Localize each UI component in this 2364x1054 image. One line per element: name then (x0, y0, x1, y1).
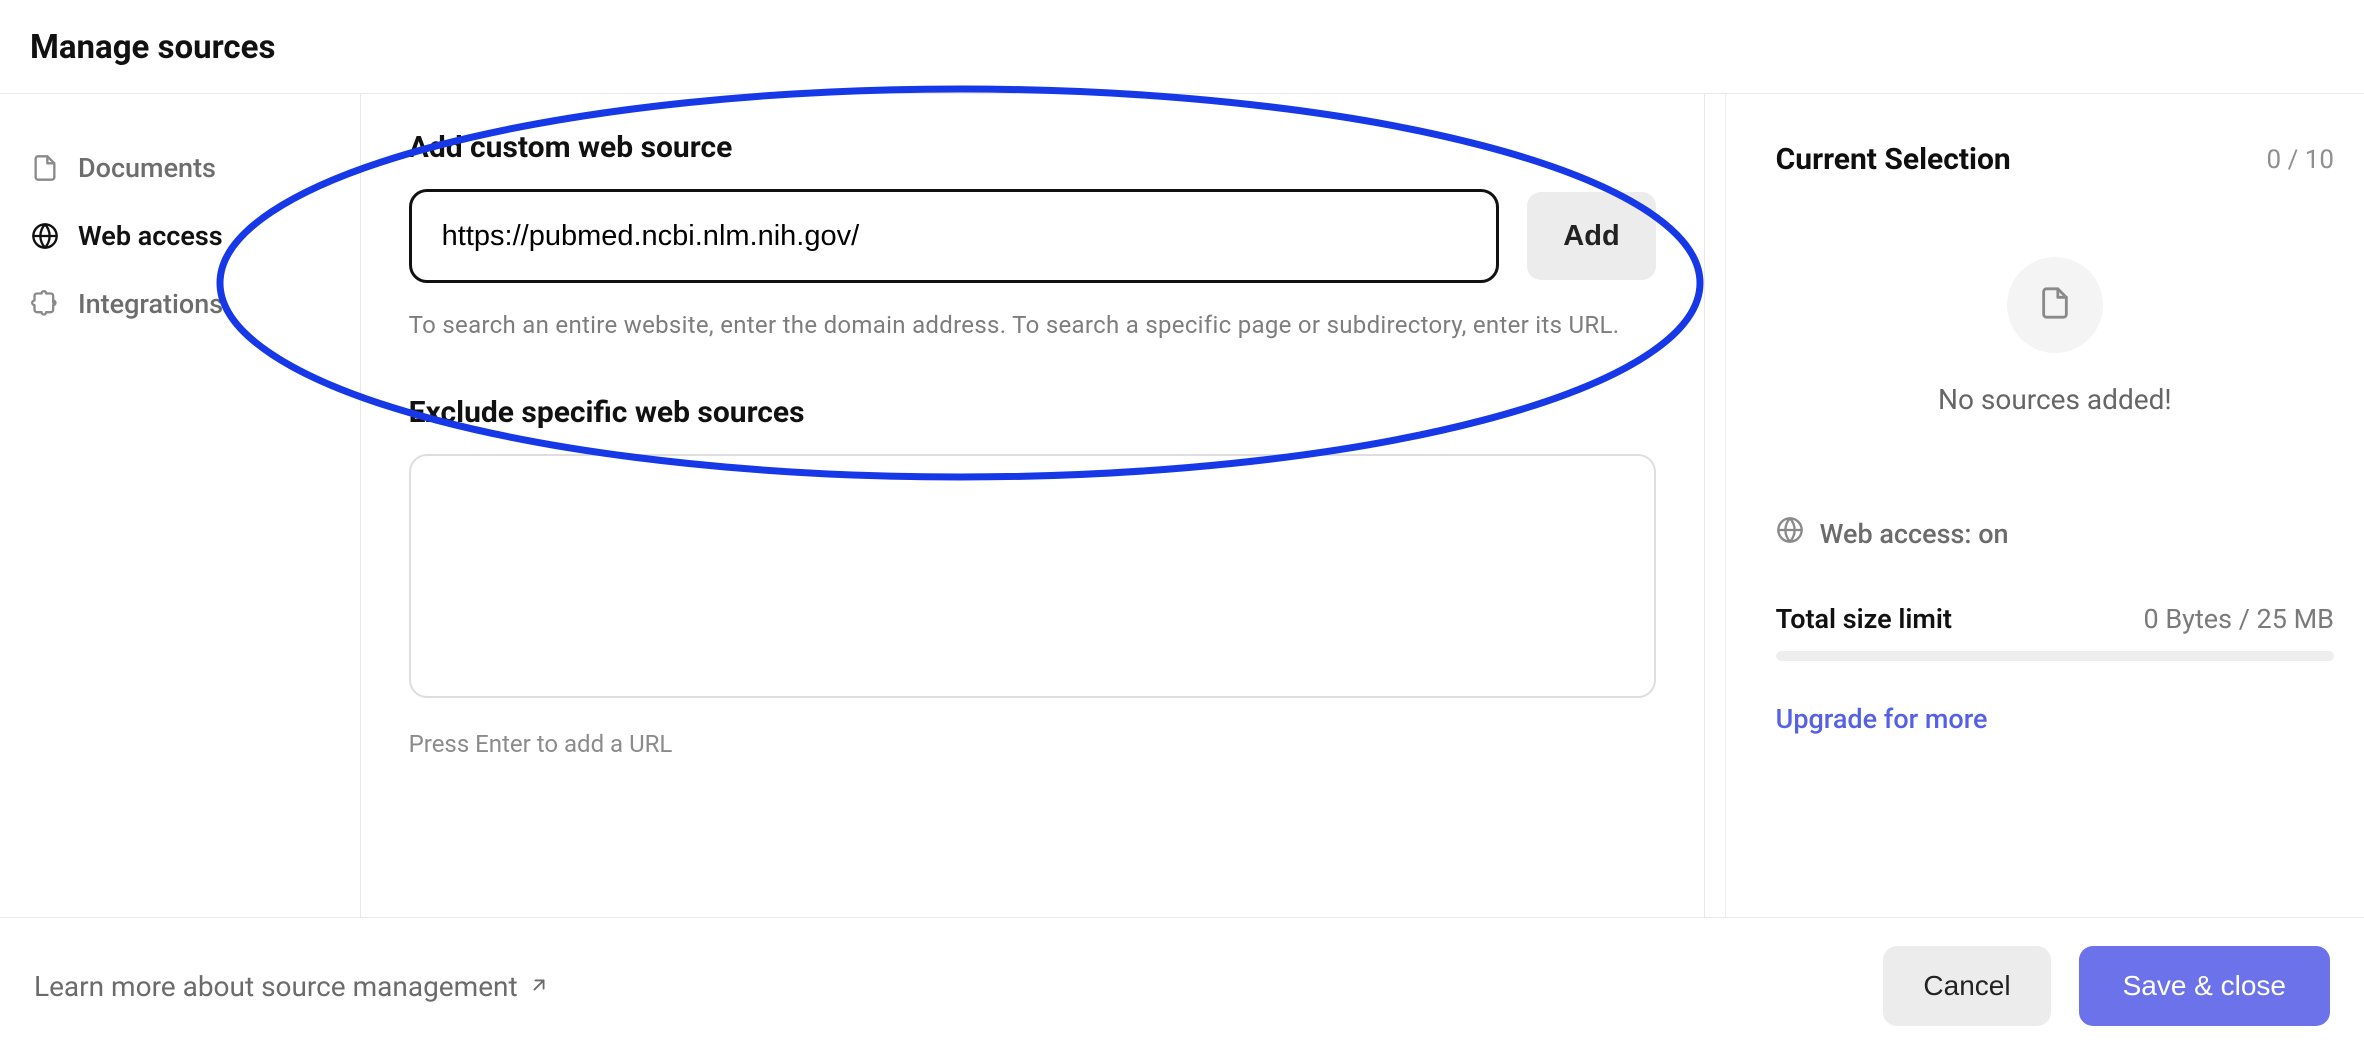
document-icon (2038, 286, 2072, 324)
footer: Learn more about source management Cance… (0, 917, 2364, 1054)
exclude-title: Exclude specific web sources (409, 395, 1656, 430)
empty-icon-circle (2007, 257, 2103, 353)
selection-count: 0 / 10 (2267, 145, 2334, 175)
page-title: Manage sources (30, 28, 2334, 67)
sidebar-item-web-access[interactable]: Web access (30, 202, 320, 270)
sidebar-item-label: Web access (78, 220, 223, 252)
document-icon (30, 153, 60, 183)
sidebar-item-label: Documents (78, 152, 216, 184)
add-source-title: Add custom web source (409, 130, 1656, 165)
web-access-card: Add custom web source Add To search an e… (360, 94, 1705, 1028)
url-input[interactable] (409, 189, 1500, 283)
sidebar-item-documents[interactable]: Documents (30, 134, 320, 202)
globe-icon (1776, 516, 1804, 551)
header: Manage sources (0, 0, 2364, 94)
right-panel: Current Selection 0 / 10 No sources adde… (1725, 94, 2364, 1028)
sidebar-item-integrations[interactable]: Integrations (30, 270, 320, 338)
learn-more-label: Learn more about source management (34, 970, 518, 1003)
empty-text: No sources added! (1938, 383, 2172, 416)
current-selection-title: Current Selection (1776, 142, 2011, 177)
sidebar: Documents Web access Integrations (0, 94, 340, 1028)
cancel-button[interactable]: Cancel (1883, 946, 2050, 1026)
add-source-help: To search an entire website, enter the d… (409, 311, 1656, 339)
external-link-icon (528, 970, 550, 1003)
empty-state: No sources added! (1776, 257, 2334, 416)
web-access-label: Web access: on (1820, 518, 2009, 550)
main-panel: Add custom web source Add To search an e… (340, 94, 1725, 1028)
puzzle-icon (30, 289, 60, 319)
size-limit-label: Total size limit (1776, 603, 1952, 635)
globe-icon (30, 221, 60, 251)
size-limit-value: 0 Bytes / 25 MB (2143, 603, 2334, 635)
exclude-hint: Press Enter to add a URL (409, 730, 1656, 758)
save-close-button[interactable]: Save & close (2079, 946, 2330, 1026)
exclude-input[interactable] (409, 454, 1656, 698)
size-progress-bar (1776, 651, 2334, 661)
add-button[interactable]: Add (1527, 192, 1655, 280)
web-access-status: Web access: on (1776, 516, 2334, 551)
upgrade-link[interactable]: Upgrade for more (1776, 703, 2334, 735)
learn-more-link[interactable]: Learn more about source management (34, 970, 550, 1003)
sidebar-item-label: Integrations (78, 288, 223, 320)
